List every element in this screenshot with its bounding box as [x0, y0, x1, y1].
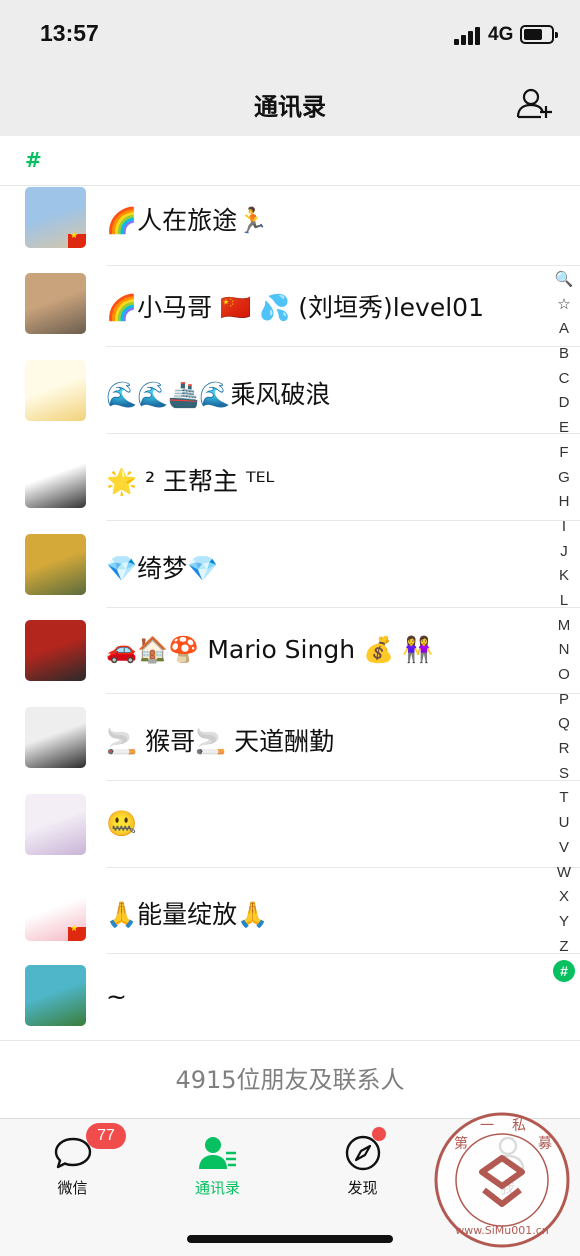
- contact-name: 🚬 猴哥🚬 天道酬勤: [106, 727, 335, 756]
- index-letter[interactable]: J: [550, 540, 578, 565]
- section-header-label: #: [25, 148, 42, 172]
- svg-text:募: 募: [538, 1136, 552, 1152]
- index-letter[interactable]: D: [550, 391, 578, 416]
- battery-icon: [520, 25, 558, 44]
- contact-row[interactable]: 🚗🏠🍄 Mario Singh 💰 👭: [0, 607, 580, 694]
- index-letter[interactable]: E: [550, 416, 578, 441]
- page-title: 通讯录: [254, 93, 326, 121]
- contact-name: ~: [106, 982, 127, 1011]
- index-letter[interactable]: I: [550, 515, 578, 540]
- contact-avatar: [25, 880, 86, 941]
- index-letter[interactable]: R: [550, 737, 578, 762]
- contact-avatar: [25, 360, 86, 421]
- index-search-icon[interactable]: 🔍: [550, 268, 578, 293]
- index-letter[interactable]: S: [550, 762, 578, 787]
- contact-avatar: [25, 273, 86, 334]
- status-bar: 13:57 4G: [0, 0, 580, 68]
- contact-avatar: [25, 620, 86, 681]
- contact-row[interactable]: 🌈人在旅途🏃: [0, 179, 580, 266]
- index-star-icon[interactable]: ☆: [550, 293, 578, 318]
- contact-row[interactable]: 🌟 ² 王帮主 ᵀᴱᴸ: [0, 434, 580, 521]
- contact-name: 🌊🌊🚢🌊乘风破浪: [106, 380, 331, 409]
- alphabet-index[interactable]: 🔍 ☆ A B C D E F G H I J K L M N O P Q R S T U V W X Y Z #: [550, 268, 578, 983]
- contact-name: 🤐: [106, 809, 138, 838]
- index-letter[interactable]: T: [550, 786, 578, 811]
- contact-row[interactable]: 🚬 猴哥🚬 天道酬勤: [0, 694, 580, 781]
- contact-row[interactable]: 🙏能量绽放🙏: [0, 867, 580, 954]
- contact-name: 🙏能量绽放🙏: [106, 900, 269, 929]
- index-letter[interactable]: L: [550, 589, 578, 614]
- index-letter-hash[interactable]: #: [553, 960, 575, 983]
- index-letter[interactable]: N: [550, 638, 578, 663]
- tab-label: 通讯录: [194, 1179, 240, 1197]
- contact-row[interactable]: 🌈小马哥 🇨🇳 💦 (刘垣秀)level01: [0, 260, 580, 347]
- tab-label: 发现: [347, 1179, 378, 1197]
- contact-avatar: [25, 794, 86, 855]
- contact-row[interactable]: 💎绮梦💎: [0, 521, 580, 608]
- contact-name: 🌟 ² 王帮主 ᵀᴱᴸ: [106, 467, 275, 496]
- tab-discover[interactable]: 发现: [290, 1119, 435, 1209]
- contact-avatar: [25, 447, 86, 508]
- index-letter[interactable]: C: [550, 367, 578, 392]
- contacts-icon: [198, 1133, 238, 1173]
- index-letter[interactable]: A: [550, 317, 578, 342]
- index-letter[interactable]: W: [550, 861, 578, 886]
- contact-avatar: [25, 187, 86, 248]
- watermark-logo: 第 一 私 募 www.SiMu001.cn: [432, 1110, 572, 1250]
- index-letter[interactable]: O: [550, 663, 578, 688]
- tab-contacts[interactable]: 通讯录: [145, 1119, 290, 1209]
- index-letter[interactable]: Q: [550, 712, 578, 737]
- contact-row[interactable]: ~: [0, 954, 580, 1041]
- contact-count: 4915位朋友及联系人: [0, 1040, 580, 1118]
- svg-text:私: 私: [512, 1118, 526, 1134]
- svg-text:www.SiMu001.cn: www.SiMu001.cn: [455, 1224, 549, 1237]
- svg-text:一: 一: [480, 1118, 494, 1134]
- new-dot-badge: [372, 1127, 386, 1141]
- index-letter[interactable]: G: [550, 466, 578, 491]
- add-friend-icon[interactable]: [515, 86, 555, 120]
- index-letter[interactable]: P: [550, 688, 578, 713]
- signal-icon: [454, 27, 482, 45]
- china-flag-icon: [68, 924, 86, 941]
- nav-bar: 通讯录: [0, 68, 580, 136]
- index-letter[interactable]: X: [550, 885, 578, 910]
- index-letter[interactable]: Y: [550, 910, 578, 935]
- home-indicator[interactable]: [187, 1235, 393, 1243]
- contact-avatar: [25, 534, 86, 595]
- unread-badge: 77: [86, 1123, 126, 1149]
- contact-avatar: [25, 965, 86, 1026]
- index-letter[interactable]: Z: [550, 935, 578, 960]
- svg-text:第: 第: [454, 1135, 468, 1152]
- contact-row[interactable]: 🌊🌊🚢🌊乘风破浪: [0, 347, 580, 434]
- tab-label: 微信: [57, 1179, 88, 1197]
- index-letter[interactable]: H: [550, 490, 578, 515]
- china-flag-icon: [68, 231, 86, 248]
- contact-row[interactable]: 🤐: [0, 781, 580, 868]
- tab-chats[interactable]: 77 微信: [0, 1119, 145, 1209]
- index-letter[interactable]: U: [550, 811, 578, 836]
- index-letter[interactable]: M: [550, 614, 578, 639]
- index-letter[interactable]: B: [550, 342, 578, 367]
- contact-name: 🌈小马哥 🇨🇳 💦 (刘垣秀)level01: [106, 293, 484, 322]
- contact-name: 🚗🏠🍄 Mario Singh 💰 👭: [106, 635, 434, 664]
- index-letter[interactable]: K: [550, 564, 578, 589]
- contact-avatar: [25, 707, 86, 768]
- network-type: 4G: [488, 24, 514, 45]
- contact-name: 💎绮梦💎: [106, 554, 219, 583]
- index-letter[interactable]: V: [550, 836, 578, 861]
- status-time: 13:57: [40, 20, 99, 46]
- index-letter[interactable]: F: [550, 441, 578, 466]
- contact-name: 🌈人在旅途🏃: [106, 206, 269, 235]
